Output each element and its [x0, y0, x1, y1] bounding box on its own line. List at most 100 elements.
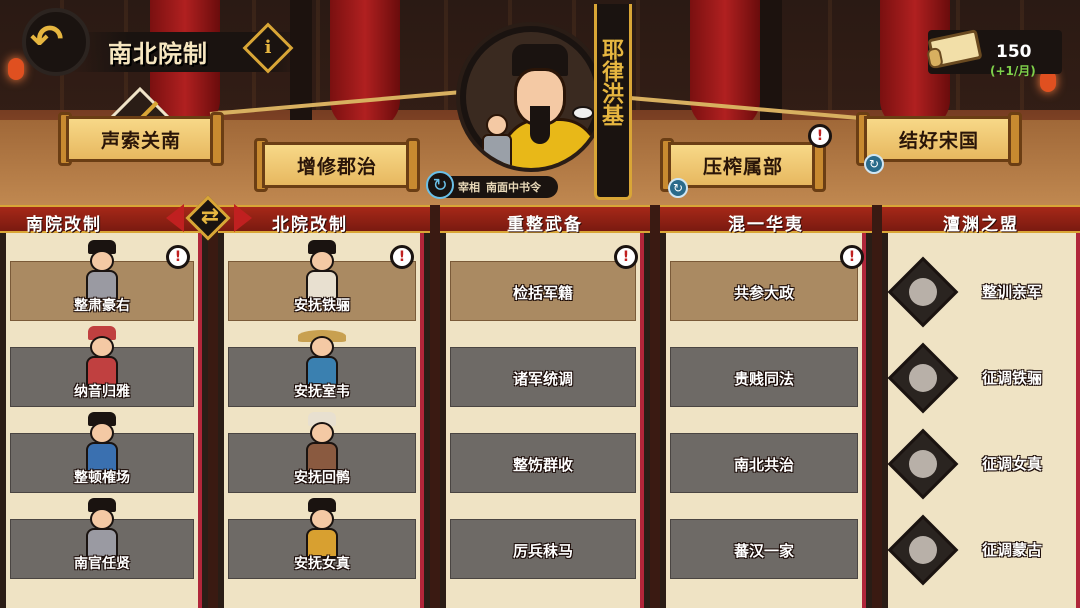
reform-label: 整饬群收 — [512, 456, 573, 474]
policy-label: 声索关南 — [100, 130, 181, 152]
reform-item[interactable]: 征调蒙古 — [887, 514, 1072, 586]
minister-name: 耶律洪基 — [598, 38, 623, 126]
reform-label: 厉兵秣马 — [512, 542, 573, 560]
reform-label: 安抚女真 — [294, 556, 350, 572]
reform-item[interactable]: 整肃豪右 — [10, 240, 194, 321]
official-figure — [300, 412, 344, 474]
figure-head — [90, 336, 114, 358]
currency-value: 150 — [996, 42, 1032, 62]
currency-rate: (+1/月) — [990, 64, 1036, 78]
refresh-icon[interactable]: ↻ — [668, 178, 688, 198]
figure-head — [310, 336, 334, 358]
reform-item[interactable]: 整饬群收 — [450, 433, 636, 493]
page-title: 南北院制 — [108, 40, 208, 68]
alert-icon — [614, 245, 638, 269]
column-pane: 检括军籍 诸军统调 整饬群收 厉兵秣马 — [440, 233, 650, 608]
scroll-currency-icon — [924, 26, 986, 74]
figure-head — [310, 508, 334, 530]
attendant-figure — [480, 114, 512, 168]
official-figure — [80, 498, 124, 560]
reform-item[interactable]: 检括军籍 — [450, 261, 636, 321]
figure-head — [310, 422, 334, 444]
curtain — [330, 0, 400, 130]
reform-item[interactable]: 纳音归雅 — [10, 326, 194, 407]
swap-minister-icon[interactable]: ↻ — [426, 171, 454, 199]
reform-item[interactable]: 安抚室韦 — [228, 330, 416, 407]
column-header: 混一华夷 — [660, 205, 872, 235]
reform-item[interactable]: 南北共治 — [670, 433, 858, 493]
reform-item[interactable]: 厉兵秣马 — [450, 519, 636, 579]
reform-label: 整顿榷场 — [74, 470, 130, 486]
minister-office: 南面中书令 — [486, 181, 541, 194]
column-header: 重整武备 — [440, 205, 650, 235]
reform-label: 检括军籍 — [512, 284, 573, 302]
reform-item[interactable]: 共参大政 — [670, 261, 858, 321]
switch-arrow-icon: ⇄ — [200, 204, 220, 229]
reform-label: 征调女真 — [981, 455, 1042, 473]
policy-button-zengxiu[interactable]: 增修郡治 — [254, 138, 420, 192]
reform-item[interactable]: 安抚回鹘 — [228, 412, 416, 493]
minister-robe — [500, 118, 600, 168]
reform-label: 蕃汉一家 — [733, 542, 794, 560]
reform-item[interactable]: 征调铁骊 — [887, 342, 1072, 414]
reform-item[interactable]: 征调女真 — [887, 428, 1072, 500]
alert-icon — [166, 245, 190, 269]
reform-item[interactable]: 整训亲军 — [887, 256, 1072, 328]
reform-label: 贵贱同法 — [733, 370, 794, 388]
reform-item[interactable]: 诸军统调 — [450, 347, 636, 407]
refresh-icon[interactable]: ↻ — [864, 154, 884, 174]
reform-item[interactable]: 南官任贤 — [10, 498, 194, 579]
reform-label: 整训亲军 — [981, 283, 1042, 301]
info-icon: i — [264, 37, 272, 58]
policy-button-shengsuo[interactable]: 声索关南 — [58, 112, 224, 166]
emblem-icon — [887, 514, 959, 586]
reform-item[interactable]: 整顿榷场 — [10, 412, 194, 493]
official-figure — [300, 498, 344, 560]
figure-head — [90, 508, 114, 530]
column-title: 混一华夷 — [728, 215, 804, 235]
switch-right-arrow-icon[interactable] — [234, 204, 252, 232]
official-figure — [300, 240, 344, 302]
reform-label: 整肃豪右 — [74, 298, 130, 314]
alert-icon — [808, 124, 832, 148]
emblem-icon — [887, 342, 959, 414]
alert-icon — [390, 245, 414, 269]
policy-label: 压榨属部 — [702, 156, 783, 178]
column-chanyuan: 澶渊之盟 整训亲军 征调铁骊 征调女真 征调蒙古 — [882, 205, 1080, 608]
column-pane: 整训亲军 征调铁骊 征调女真 征调蒙古 — [882, 233, 1080, 608]
back-button[interactable]: ↶ — [18, 8, 100, 82]
reform-label: 征调铁骊 — [981, 369, 1042, 387]
reform-label: 安抚室韦 — [294, 384, 350, 400]
emblem-icon — [887, 428, 959, 500]
column-pane: 安抚铁骊 安抚室韦 安抚回鹘 安抚女真 — [218, 233, 430, 608]
court-switch[interactable]: ⇄ — [164, 195, 254, 241]
reform-label: 南官任贤 — [74, 556, 130, 572]
reform-item[interactable]: 蕃汉一家 — [670, 519, 858, 579]
reform-item[interactable]: 安抚铁骊 — [228, 240, 416, 321]
switch-left-arrow-icon[interactable] — [166, 204, 184, 232]
reform-item[interactable]: 安抚女真 — [228, 498, 416, 579]
official-figure — [80, 326, 124, 388]
column-title: 重整武备 — [507, 215, 583, 235]
column-huayi: 混一华夷 共参大政 贵贱同法 南北共治 蕃汉一家 — [660, 205, 872, 608]
official-figure — [80, 412, 124, 474]
official-figure — [298, 326, 346, 388]
reform-label: 安抚回鹘 — [294, 470, 350, 486]
reform-label: 南北共治 — [733, 456, 794, 474]
figure-head — [90, 250, 114, 272]
column-pane: 共参大政 贵贱同法 南北共治 蕃汉一家 — [660, 233, 872, 608]
figure-head — [90, 422, 114, 444]
reform-columns: 南院改制 整肃豪右 纳音归雅 整顿榷场 南官任贤 北院改制 — [0, 205, 1080, 608]
pillar — [760, 0, 782, 140]
column-pane: 整肃豪右 纳音归雅 整顿榷场 南官任贤 — [0, 233, 208, 608]
column-header: 澶渊之盟 — [882, 205, 1080, 235]
minister-portrait[interactable] — [456, 22, 606, 172]
reform-item[interactable]: 贵贱同法 — [670, 347, 858, 407]
back-arrow-icon: ↶ — [30, 17, 64, 63]
column-title: 澶渊之盟 — [943, 215, 1019, 235]
attendant-body — [482, 134, 512, 168]
reform-label: 纳音归雅 — [74, 384, 130, 400]
reform-label: 诸军统调 — [512, 370, 573, 388]
minister-name-banner: 耶律洪基 — [594, 4, 632, 200]
alert-icon — [840, 245, 864, 269]
